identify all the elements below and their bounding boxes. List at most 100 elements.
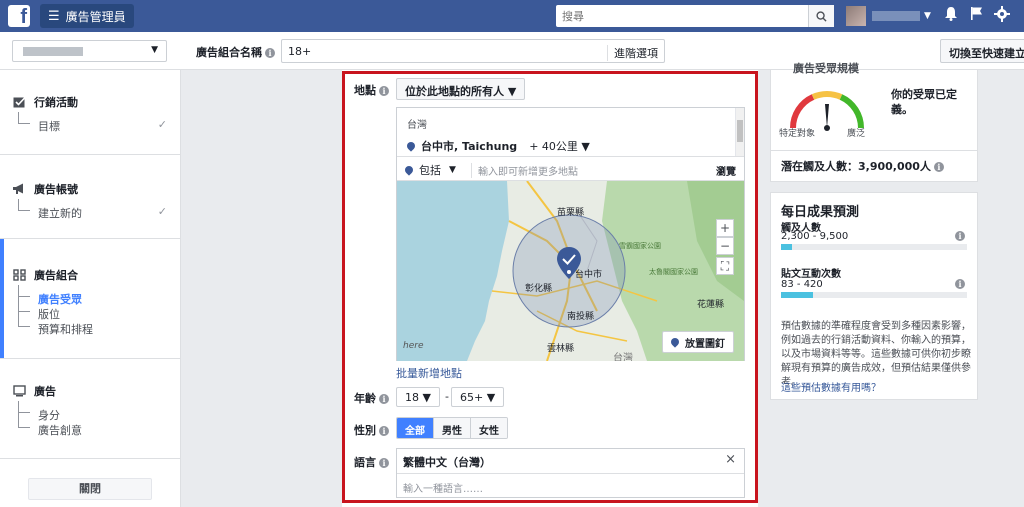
info-icon[interactable]: i — [379, 394, 389, 404]
quick-create-button[interactable]: 切換至快速建立流程 — [940, 39, 1024, 63]
include-dropdown[interactable]: 包括 ▼ — [403, 162, 456, 178]
location-pin-icon — [405, 140, 417, 152]
sidebar-item-create-new[interactable]: 建立新的 — [38, 205, 82, 221]
gauge-label-specific: 特定對象 — [779, 129, 816, 139]
gear-icon[interactable] — [994, 6, 1010, 26]
engagement-range: 83 - 420 — [781, 279, 823, 290]
user-name-blurred — [872, 11, 920, 21]
scroll-thumb[interactable] — [737, 120, 743, 142]
language-label: 語言 i — [354, 454, 389, 470]
audience-definition-card: 廣告受眾規模 特定對象 廣泛 你的受眾已定義。 潛在觸及人數：3,900,000… — [770, 62, 978, 182]
age-max-select[interactable]: 65+ ▼ — [451, 387, 505, 407]
browse-link[interactable]: 瀏覽 — [716, 163, 736, 178]
location-pin-icon — [669, 336, 681, 348]
map-label-park2: 太魯閣國家公園 — [649, 268, 698, 276]
language-selected-tag: 繁體中文（台灣） — [403, 456, 491, 469]
info-icon[interactable]: i — [955, 279, 965, 289]
caret-down-icon: ▼ — [151, 45, 158, 55]
info-icon[interactable]: i — [933, 162, 944, 172]
info-icon[interactable]: i — [379, 86, 389, 96]
checkmark-icon: ✓ — [157, 118, 167, 131]
estimate-title: 每日成果預測 — [781, 205, 860, 220]
radius-dropdown[interactable]: + 40公里 ▼ — [529, 138, 590, 154]
hamburger-icon: ☰ — [48, 8, 60, 24]
top-bar: f ☰ 廣告管理員 ▼ — [0, 0, 1024, 32]
user-menu[interactable]: ▼ — [846, 6, 931, 26]
sidebar-item-placements[interactable]: 版位 — [38, 306, 60, 322]
caret-down-icon: ▼ — [449, 165, 456, 175]
sidebar-item-objective[interactable]: 目標 — [38, 118, 60, 134]
sidebar-item-identity[interactable]: 身分 — [38, 407, 60, 423]
close-icon[interactable]: × — [725, 452, 736, 467]
reach-bar-fill — [781, 244, 793, 250]
ads-manager-label: 廣告管理員 — [65, 9, 126, 24]
advanced-options-link[interactable]: 進階選項 — [607, 45, 658, 61]
location-label: 地點 i — [354, 82, 389, 98]
sidebar-item-budget-schedule[interactable]: 預算和排程 — [38, 321, 93, 337]
age-label: 年齡 i — [354, 390, 389, 406]
daily-estimate-card: 每日成果預測 觸及人數 2,300 - 9,500 i 貼文互動次數 83 - … — [770, 192, 978, 400]
divider — [771, 150, 977, 151]
sidebar-item-creative[interactable]: 廣告創意 — [38, 422, 82, 438]
info-icon[interactable]: i — [379, 458, 389, 468]
gender-toggle: 全部 男性 女性 — [396, 417, 508, 439]
adset-name-input[interactable]: 18+ 進階選項 — [281, 39, 665, 63]
map-label-changhua: 彰化縣 — [525, 284, 553, 294]
info-icon[interactable]: i — [955, 231, 965, 241]
campaign-check-icon — [12, 96, 26, 108]
audience-size-title: 廣告受眾規模 — [793, 62, 859, 75]
map-label-yunlin: 雲林縣 — [547, 344, 575, 354]
account-selector[interactable]: ▼ — [12, 40, 167, 62]
map-label-park1: 雪霸國家公園 — [619, 242, 661, 250]
adset-name-label: 廣告組合名稱 i — [196, 44, 275, 60]
sidebar-item-account[interactable]: 廣告帳號 — [12, 181, 78, 197]
gender-female-button[interactable]: 女性 — [471, 418, 507, 438]
account-name-blurred — [23, 47, 83, 56]
adset-name-bar: ▼ 廣告組合名稱i 18+ 進階選項 切換至快速建立流程 — [0, 32, 1024, 70]
sidebar-item-campaign[interactable]: 行銷活動 — [12, 94, 78, 110]
location-country: 台灣 — [407, 120, 427, 131]
language-input[interactable]: 輸入一種語言…… — [397, 473, 744, 498]
grid-icon — [12, 269, 26, 281]
gender-label: 性別 i — [354, 422, 389, 438]
tree-connector — [18, 285, 30, 297]
info-icon[interactable]: i — [265, 48, 275, 58]
close-button[interactable]: 關閉 — [28, 478, 152, 500]
left-sidebar: 行銷活動 目標 ✓ 廣告帳號 建立新的 ✓ 廣告組合 廣告受眾 版位 預算和排程 — [0, 70, 181, 507]
location-scrollbar[interactable] — [735, 108, 744, 156]
bulk-add-locations-link[interactable]: 批量新增地點 — [396, 365, 462, 381]
facebook-logo-icon[interactable]: f — [8, 5, 30, 28]
location-map[interactable]: 苗栗縣 台中市 彰化縣 南投縣 雲林縣 花蓮縣 台灣 雪霸國家公園 太魯閣國家公… — [397, 181, 744, 361]
gender-male-button[interactable]: 男性 — [434, 418, 471, 438]
zoom-out-button[interactable]: − — [716, 237, 734, 255]
drop-pin-button[interactable]: 放置圖釘 — [662, 331, 734, 353]
sidebar-section-account: 廣告帳號 建立新的 ✓ — [0, 155, 181, 239]
location-pin-icon — [403, 164, 415, 176]
estimate-feedback-link[interactable]: 這些預估數據有用嗎？ — [781, 379, 881, 394]
sidebar-item-adset[interactable]: 廣告組合 — [12, 267, 78, 283]
reach-bar — [781, 244, 967, 250]
engagement-bar — [781, 292, 967, 298]
flag-icon[interactable] — [970, 6, 984, 25]
search-input[interactable] — [556, 5, 808, 27]
reach-range: 2,300 - 9,500 — [781, 231, 849, 242]
sidebar-item-audience[interactable]: 廣告受眾 — [38, 291, 82, 307]
search-icon — [816, 10, 827, 22]
search-button[interactable] — [808, 5, 834, 27]
map-label-taiwan: 台灣 — [613, 353, 633, 361]
sidebar-item-ad[interactable]: 廣告 — [12, 383, 56, 399]
avatar — [846, 6, 866, 26]
location-search-input[interactable]: 輸入即可新增更多地點 — [471, 163, 578, 178]
zoom-in-button[interactable]: + — [716, 219, 734, 237]
fullscreen-icon[interactable]: ⛶ — [716, 257, 734, 275]
gender-all-button[interactable]: 全部 — [397, 418, 434, 438]
notifications-bell-icon[interactable] — [944, 6, 958, 25]
active-indicator — [0, 239, 4, 358]
age-min-select[interactable]: 18 ▼ — [396, 387, 440, 407]
engagement-label: 貼文互動次數 — [781, 269, 841, 280]
search-bar — [556, 5, 834, 27]
ads-manager-menu-button[interactable]: ☰ 廣告管理員 — [40, 4, 134, 28]
location-city-row[interactable]: 台中市, Taichung + 40公里 ▼ — [405, 138, 590, 154]
info-icon[interactable]: i — [379, 426, 389, 436]
location-mode-dropdown[interactable]: 位於此地點的所有人 ▼ — [396, 78, 526, 100]
